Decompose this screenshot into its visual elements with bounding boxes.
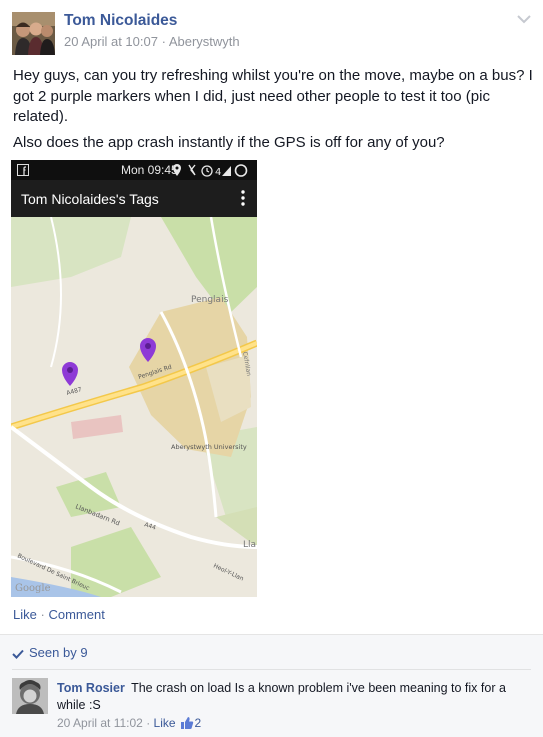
post-text: Hey guys, can you try refreshing whilst …: [13, 66, 533, 158]
divider: [12, 669, 531, 670]
map-label: Lla: [243, 540, 256, 550]
post-meta: 20 April at 10:07 · Aberystwyth: [64, 34, 240, 49]
meta-separator: ·: [161, 34, 166, 49]
like-link[interactable]: Like: [13, 607, 37, 622]
comment-date[interactable]: 20 April at 11:02: [57, 716, 143, 730]
app-title: Tom Nicolaides's Tags: [21, 191, 159, 207]
comment-meta: 20 April at 11:02 · Like 2: [57, 716, 201, 730]
feedback-section: Seen by 9 Tom Rosier The crash on load I…: [0, 634, 543, 737]
comment-body: Tom Rosier The crash on load Is a known …: [57, 680, 527, 714]
chevron-down-icon[interactable]: [517, 14, 531, 24]
comment-author[interactable]: Tom Rosier: [57, 681, 125, 695]
google-logo: Google: [15, 583, 51, 594]
map-view: Penglais Penglais Rd A487 Cefnllan Abery…: [11, 217, 257, 597]
attached-photo[interactable]: Mon 09:45 4 Tom Nicolaides's Tags Pengla…: [11, 160, 257, 597]
seen-by[interactable]: Seen by 9: [12, 645, 88, 660]
comment-like-count[interactable]: 2: [195, 716, 202, 730]
status-icons: 4: [173, 164, 248, 178]
post-actions: Like · Comment: [13, 607, 105, 622]
overflow-menu-icon: [241, 190, 245, 206]
phone-clock: Mon 09:45: [121, 163, 178, 177]
facebook-notification-icon: [17, 164, 29, 176]
comment-separator: ·: [146, 716, 151, 730]
checkmark-icon: [12, 649, 24, 659]
map-label: Aberystwyth University: [171, 443, 247, 451]
action-separator: ·: [40, 607, 45, 622]
post-card: Tom Nicolaides 20 April at 10:07 · Abery…: [0, 0, 543, 640]
app-action-bar: Tom Nicolaides's Tags: [11, 180, 257, 217]
phone-status-bar: Mon 09:45 4: [11, 160, 257, 180]
post-date[interactable]: 20 April at 10:07: [64, 34, 158, 49]
author-avatar[interactable]: [12, 12, 55, 55]
thumbs-up-icon: [180, 717, 193, 729]
map-label: Penglais: [191, 295, 229, 305]
svg-text:4: 4: [215, 167, 221, 178]
seen-by-label: Seen by 9: [29, 645, 88, 660]
comment-link[interactable]: Comment: [48, 607, 104, 622]
post-author[interactable]: Tom Nicolaides: [64, 12, 177, 30]
post-location[interactable]: Aberystwyth: [169, 34, 240, 49]
post-paragraph: Also does the app crash instantly if the…: [13, 133, 445, 151]
comment-like-link[interactable]: Like: [154, 716, 176, 730]
comment-avatar[interactable]: [12, 678, 48, 714]
post-paragraph: Hey guys, can you try refreshing whilst …: [13, 67, 533, 125]
